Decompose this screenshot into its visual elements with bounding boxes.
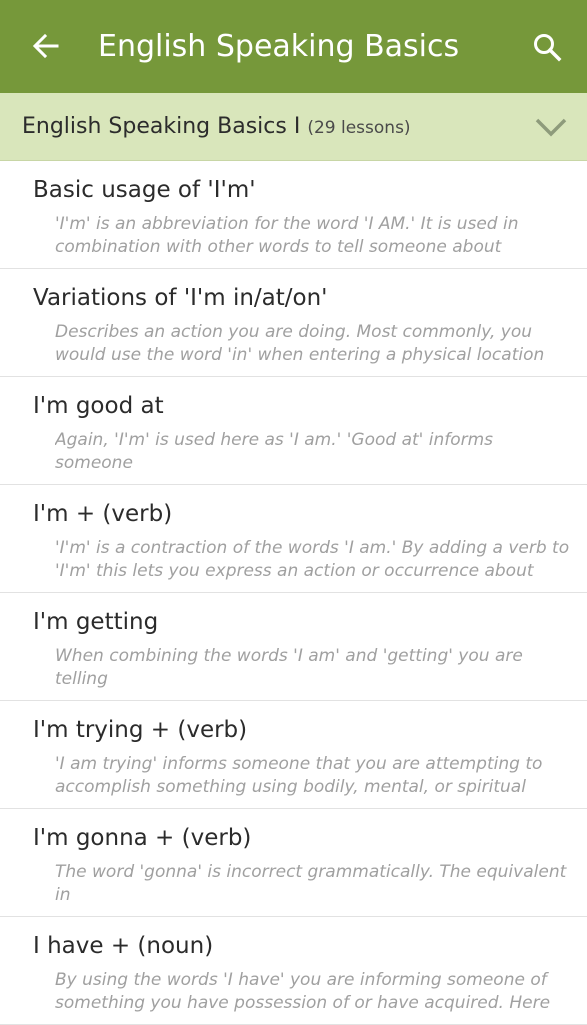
lesson-title: I'm trying + (verb): [33, 717, 248, 743]
section-header[interactable]: English Speaking Basics I (29 lessons): [0, 93, 587, 161]
section-title-text: English Speaking Basics I: [22, 114, 301, 139]
lesson-title: I'm + (verb): [33, 501, 173, 527]
arrow-left-icon: [32, 33, 59, 59]
list-item[interactable]: I'm good at Again, 'I'm' is used here as…: [0, 377, 587, 485]
list-item[interactable]: I have + (noun) By using the words 'I ha…: [0, 917, 587, 1025]
lesson-title: I have + (noun): [33, 933, 214, 959]
search-button[interactable]: [526, 26, 568, 68]
app-bar: English Speaking Basics: [0, 0, 587, 93]
lesson-description: Again, 'I'm' is used here as 'I am.' 'Go…: [55, 430, 523, 477]
collapse-button[interactable]: [531, 110, 571, 144]
lesson-list: Basic usage of 'I'm' 'I'm' is an abbrevi…: [0, 161, 587, 1025]
lesson-description: 'I am trying' informs someone that you a…: [55, 754, 543, 797]
lesson-title: Variations of 'I'm in/at/on': [33, 285, 328, 311]
lesson-title: Basic usage of 'I'm': [33, 177, 256, 203]
list-item[interactable]: I'm gonna + (verb) The word 'gonna' is i…: [0, 809, 587, 917]
page-title: English Speaking Basics: [98, 29, 460, 64]
list-item[interactable]: Basic usage of 'I'm' 'I'm' is an abbrevi…: [0, 161, 587, 269]
list-item[interactable]: I'm trying + (verb) 'I am trying' inform…: [0, 701, 587, 809]
lesson-description: By using the words 'I have' you are info…: [55, 970, 551, 1013]
search-icon: [534, 34, 562, 62]
list-item[interactable]: I'm + (verb) 'I'm' is a contraction of t…: [0, 485, 587, 593]
list-item[interactable]: Variations of 'I'm in/at/on' Describes a…: [0, 269, 587, 377]
lesson-title: I'm gonna + (verb): [33, 825, 252, 851]
lesson-title: I'm good at: [33, 393, 164, 419]
lesson-description: 'I'm' is an abbreviation for the word 'I…: [55, 214, 519, 261]
lesson-description: 'I'm' is a contraction of the words 'I a…: [55, 538, 570, 581]
lesson-description: The word 'gonna' is incorrect grammatica…: [55, 862, 567, 909]
back-button[interactable]: [26, 26, 66, 66]
lesson-description: When combining the words 'I am' and 'get…: [55, 646, 562, 693]
lesson-title: I'm getting: [33, 609, 159, 635]
list-item[interactable]: I'm getting When combining the words 'I …: [0, 593, 587, 701]
chevron-down-icon: [535, 118, 567, 137]
section-title: English Speaking Basics I (29 lessons): [22, 111, 411, 144]
lesson-count: (29 lessons): [307, 118, 411, 138]
lesson-description: Describes an action you are doing. Most …: [55, 322, 545, 365]
